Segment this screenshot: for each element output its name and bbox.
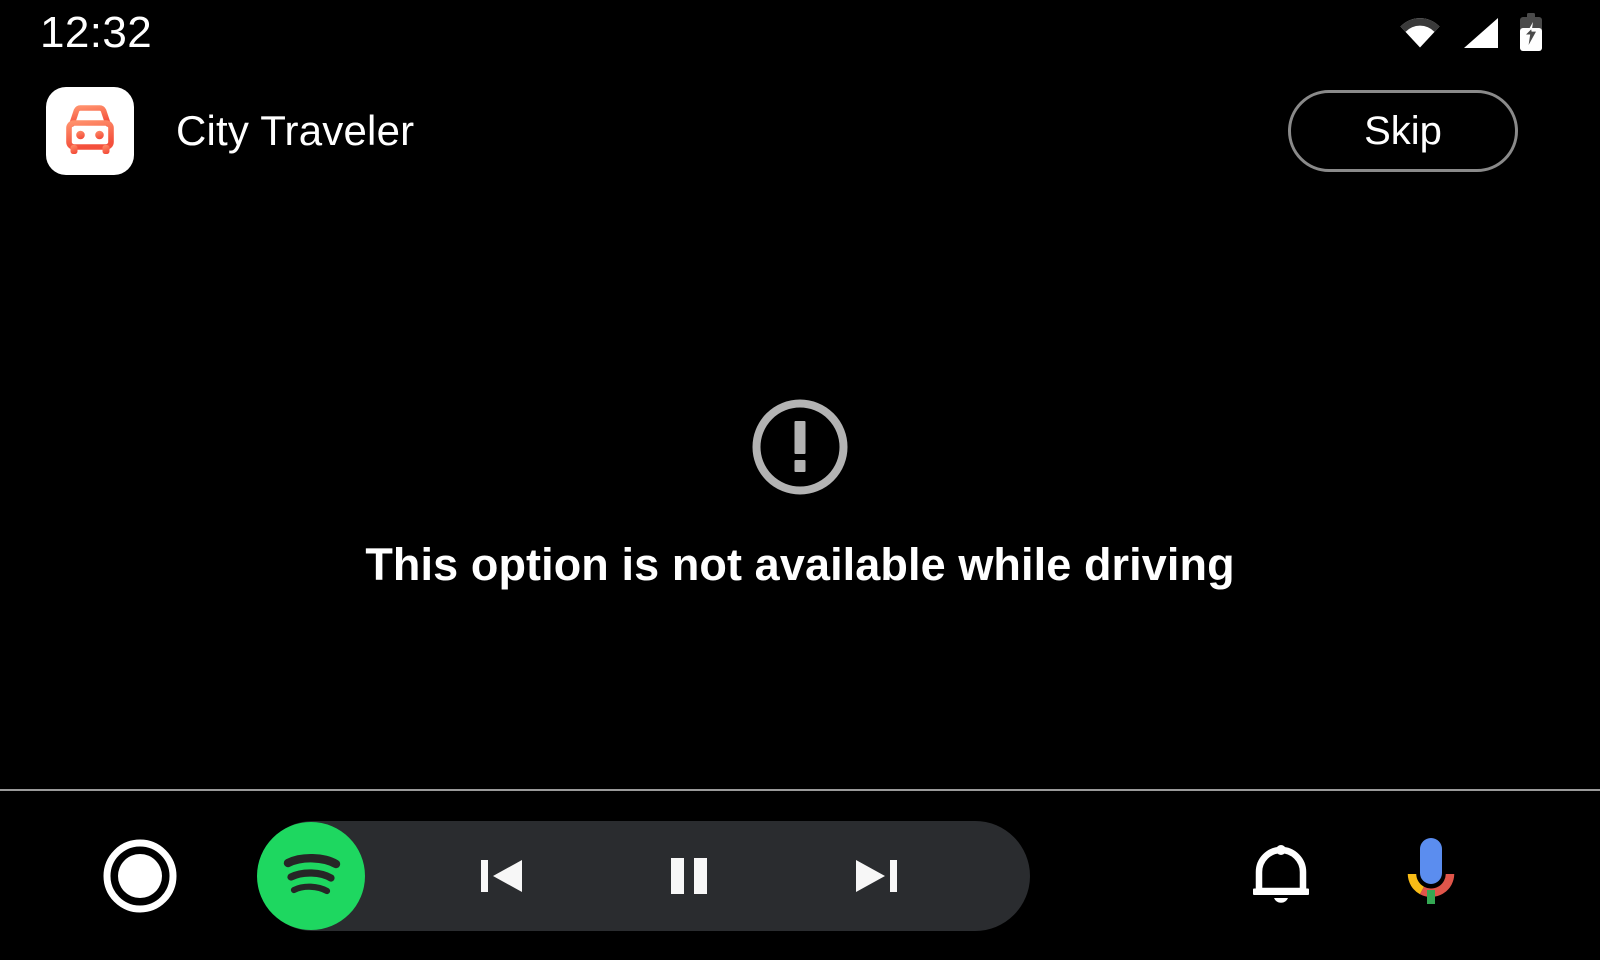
play-pause-button[interactable] — [644, 831, 734, 921]
status-bar: 12:32 — [0, 0, 1600, 66]
notifications-bell-icon[interactable] — [1240, 835, 1322, 917]
media-control-pill — [257, 820, 1030, 931]
spotify-logo-icon[interactable] — [257, 821, 365, 930]
app-title: City Traveler — [176, 107, 415, 154]
wifi-icon — [1398, 16, 1442, 50]
previous-track-button[interactable] — [457, 831, 547, 921]
home-button[interactable] — [102, 838, 178, 914]
status-icon-group — [1398, 13, 1544, 53]
app-identity: City Traveler — [46, 87, 1288, 175]
cell-signal-icon — [1460, 16, 1500, 50]
app-header: City Traveler Skip — [0, 66, 1600, 196]
content-area: This option is not available while drivi… — [0, 196, 1600, 789]
error-circle-icon — [748, 395, 852, 499]
google-assistant-mic-icon[interactable] — [1390, 835, 1472, 917]
battery-charging-icon — [1518, 13, 1544, 53]
media-transport-controls — [408, 821, 1030, 931]
car-app-icon — [46, 87, 134, 175]
skip-button[interactable]: Skip — [1288, 90, 1518, 172]
driving-restriction-message: This option is not available while drivi… — [365, 538, 1235, 590]
bottom-navigation-bar — [0, 791, 1600, 960]
next-track-button[interactable] — [831, 831, 921, 921]
status-clock: 12:32 — [40, 8, 153, 57]
